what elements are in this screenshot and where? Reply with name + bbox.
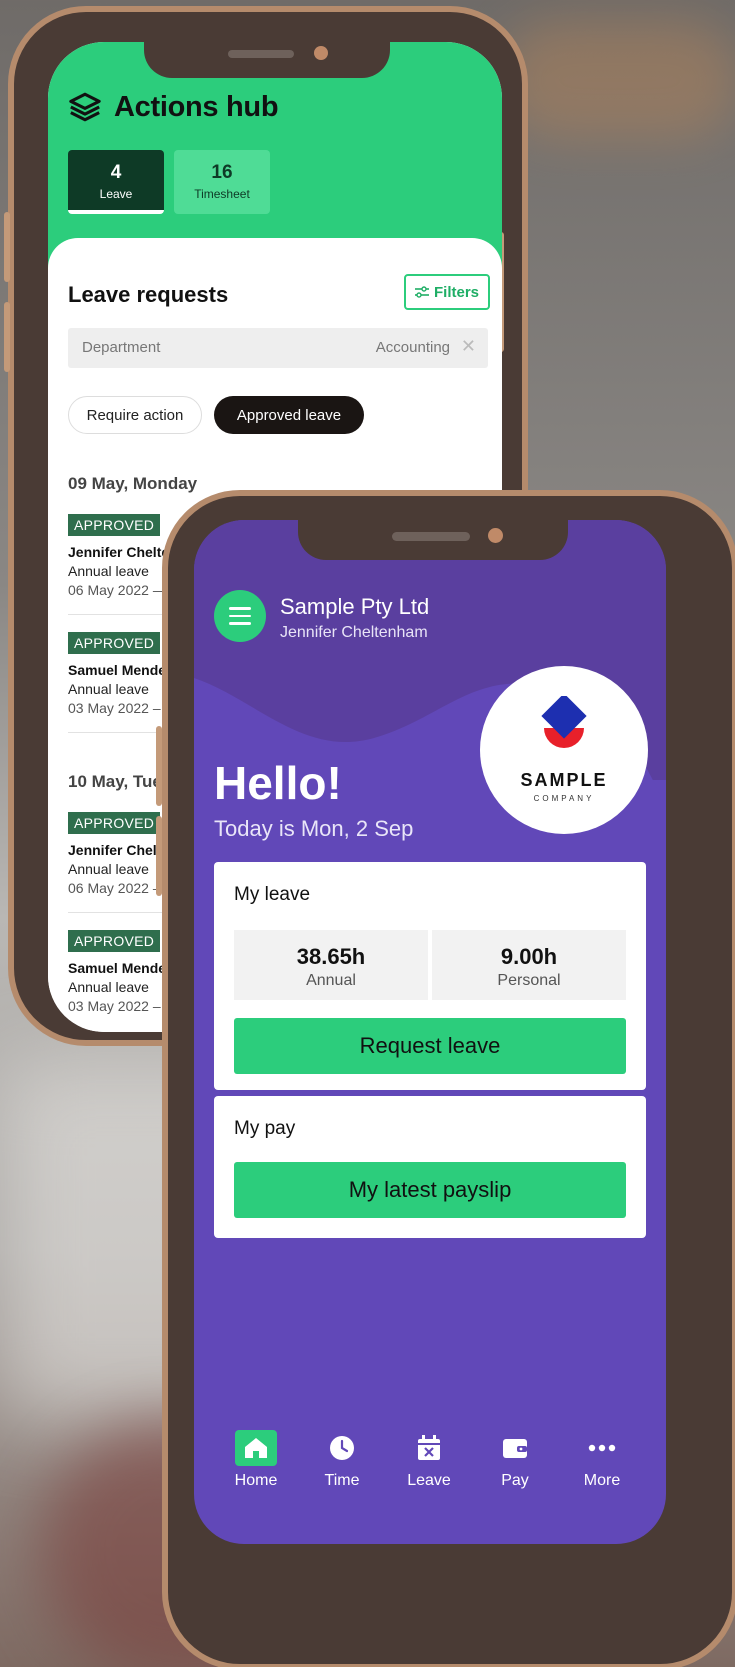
nav-leave[interactable]: Leave (389, 1430, 469, 1490)
speaker (228, 50, 294, 58)
nav-home[interactable]: Home (216, 1430, 296, 1490)
company-logo: SAMPLE COMPANY (480, 666, 648, 834)
company-name: Sample Pty Ltd (280, 594, 430, 619)
page-title: Actions hub (114, 90, 279, 123)
greeting: Hello! (214, 757, 342, 809)
volume-button (156, 726, 162, 806)
tab-count: 4 (110, 162, 122, 183)
calendar-x-icon (408, 1430, 450, 1466)
nav-pay[interactable]: Pay (475, 1430, 555, 1490)
home-screen: Sample Pty Ltd Jennifer Cheltenham SAMPL… (194, 520, 666, 1544)
nav-time[interactable]: Time (302, 1430, 382, 1490)
user-name: Jennifer Cheltenham (280, 624, 428, 641)
clock-icon (321, 1430, 363, 1466)
nav-more[interactable]: More (562, 1430, 642, 1490)
card-title: My pay (234, 1118, 296, 1139)
today-date: Today is Mon, 2 Sep (214, 816, 414, 841)
personal-balance: 9.00h Personal (432, 930, 626, 1000)
filters-button[interactable]: Filters (404, 274, 490, 310)
status-badge: APPROVED (68, 514, 161, 536)
department-filter-chip[interactable]: Department Accounting ✕ (68, 328, 488, 368)
hamburger-icon (229, 607, 251, 610)
department-label: Department (82, 339, 161, 356)
require-action-pill[interactable]: Require action (68, 396, 202, 434)
balance-label: Annual (306, 972, 356, 989)
balance-value: 38.65h (296, 944, 366, 969)
nav-label: Leave (407, 1472, 451, 1489)
tab-label: Leave (99, 187, 133, 201)
bottom-nav: Home Time Leave Pay More (194, 1420, 666, 1520)
nav-label: Home (234, 1472, 278, 1489)
phone-notch (298, 518, 568, 560)
sample-logo-mark (541, 696, 587, 748)
speaker (392, 532, 470, 541)
nav-label: Pay (501, 1472, 529, 1489)
status-badge: APPROVED (68, 632, 161, 654)
request-leave-button[interactable]: Request leave (234, 1018, 626, 1074)
background-blur (500, 20, 735, 140)
clear-filter-icon[interactable]: ✕ (461, 336, 476, 357)
balance-label: Personal (497, 972, 561, 989)
my-leave-card: My leave 38.65h Annual 9.00h Personal Re… (214, 862, 646, 1090)
home-icon (235, 1430, 277, 1466)
logo-subtitle: COMPANY (533, 794, 595, 803)
card-title: My leave (234, 884, 311, 905)
balance-value: 9.00h (500, 944, 558, 969)
tab-leave[interactable]: 4 Leave (68, 150, 164, 214)
section-title: Leave requests (68, 282, 229, 307)
tab-count: 16 (211, 162, 233, 183)
sliders-icon (414, 286, 429, 298)
my-pay-card: My pay My latest payslip (214, 1096, 646, 1238)
approved-leave-pill[interactable]: Approved leave (214, 396, 364, 434)
menu-button[interactable] (214, 590, 266, 642)
tab-label: Timesheet (194, 187, 250, 201)
filters-label: Filters (433, 283, 479, 301)
latest-payslip-button[interactable]: My latest payslip (234, 1162, 626, 1218)
camera (314, 46, 328, 60)
more-dots-icon (581, 1430, 623, 1466)
logo-wordmark: SAMPLE (520, 770, 608, 790)
wallet-icon (494, 1430, 536, 1466)
volume-button (4, 302, 10, 372)
annual-balance: 38.65h Annual (234, 930, 428, 1000)
front-phone-frame: Sample Pty Ltd Jennifer Cheltenham SAMPL… (156, 490, 735, 1667)
volume-button (4, 212, 10, 282)
phone-notch (144, 40, 390, 78)
nav-label: Time (324, 1472, 360, 1489)
tab-timesheet[interactable]: 16 Timesheet (174, 150, 270, 214)
volume-button (156, 816, 162, 896)
status-badge: APPROVED (68, 812, 161, 834)
layers-icon (69, 92, 101, 122)
nav-label: More (583, 1472, 621, 1489)
camera (488, 528, 503, 543)
day-heading: 09 May, Monday (68, 474, 198, 493)
department-value: Accounting (375, 339, 450, 356)
status-badge: APPROVED (68, 930, 161, 952)
